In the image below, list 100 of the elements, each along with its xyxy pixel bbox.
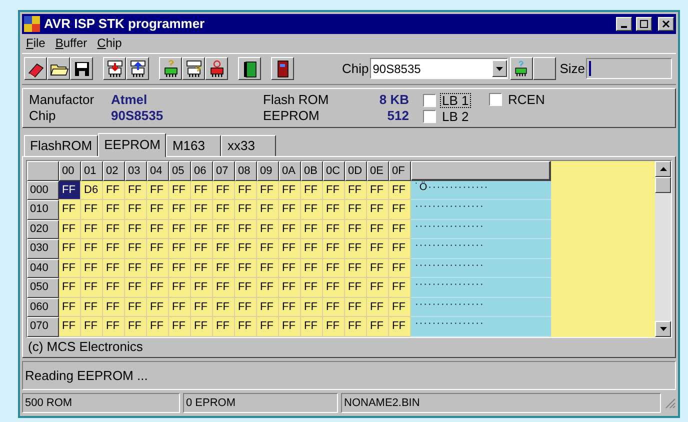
hex-cell[interactable]: FF	[147, 298, 169, 318]
hex-cell[interactable]: FF	[103, 180, 125, 200]
vertical-scrollbar[interactable]	[655, 160, 671, 337]
hex-cell[interactable]: FF	[125, 298, 147, 318]
hex-cell[interactable]: FF	[235, 180, 257, 200]
hex-cell[interactable]: FF	[81, 220, 103, 240]
hex-cell[interactable]: FF	[169, 258, 191, 278]
menu-item[interactable]: File	[26, 34, 46, 52]
hex-cell[interactable]: FF	[367, 220, 389, 240]
toolbar-button[interactable]	[238, 57, 261, 80]
hex-cell[interactable]: FF	[125, 278, 147, 298]
hex-cell[interactable]: FF	[147, 239, 169, 259]
hex-cell[interactable]: FF	[323, 258, 345, 278]
hex-cell[interactable]: FF	[59, 298, 81, 318]
hex-cell[interactable]: FF	[257, 220, 279, 240]
hex-cell[interactable]: FF	[301, 239, 323, 259]
hex-cell[interactable]: FF	[301, 220, 323, 240]
toolbar-button[interactable]	[126, 57, 149, 80]
tab[interactable]: M163	[166, 134, 222, 156]
hex-cell[interactable]: FF	[389, 298, 411, 318]
toolbar-button[interactable]	[271, 57, 294, 80]
scroll-down-button[interactable]	[655, 320, 671, 337]
hex-cell[interactable]: FF	[103, 220, 125, 240]
hex-cell[interactable]: FF	[125, 200, 147, 220]
hex-cell[interactable]: FF	[345, 220, 367, 240]
scroll-thumb[interactable]	[655, 176, 671, 193]
tab[interactable]: EEPROM	[98, 132, 166, 157]
hex-cell[interactable]: FF	[345, 298, 367, 318]
hex-cell[interactable]: FF	[345, 278, 367, 298]
hex-cell[interactable]: FF	[191, 220, 213, 240]
chip-dropdown[interactable]: 90S8535	[370, 58, 508, 80]
hex-cell[interactable]: FF	[279, 317, 301, 337]
hex-cell[interactable]: FF	[125, 317, 147, 337]
hex-cell[interactable]: FF	[59, 317, 81, 337]
hex-cell[interactable]: FF	[279, 258, 301, 278]
toolbar-button[interactable]	[205, 57, 228, 80]
hex-cell[interactable]: FF	[191, 180, 213, 200]
hex-cell[interactable]: FF	[301, 200, 323, 220]
hex-cell[interactable]: FF	[103, 258, 125, 278]
toolbar-button[interactable]	[103, 57, 126, 80]
detect-chip-button[interactable]	[510, 57, 533, 80]
hex-cell[interactable]: FF	[323, 220, 345, 240]
hex-cell[interactable]: FF	[191, 200, 213, 220]
hex-cell[interactable]: FF	[279, 180, 301, 200]
hex-cell[interactable]: FF	[345, 200, 367, 220]
hex-cell[interactable]: FF	[301, 298, 323, 318]
hex-cell[interactable]: FF	[169, 278, 191, 298]
hex-cell[interactable]: FF	[191, 298, 213, 318]
hex-cell[interactable]: FF	[81, 278, 103, 298]
hex-cell[interactable]: FF	[191, 258, 213, 278]
hex-cell[interactable]: FF	[257, 239, 279, 259]
hex-cell[interactable]: FF	[191, 278, 213, 298]
toolbar-button[interactable]	[182, 57, 205, 80]
hex-cell[interactable]: FF	[125, 180, 147, 200]
hex-cell[interactable]: FF	[213, 239, 235, 259]
blank-button[interactable]	[532, 57, 556, 80]
hex-cell[interactable]: FF	[345, 180, 367, 200]
hex-cell[interactable]: FF	[147, 278, 169, 298]
hex-cell[interactable]: FF	[345, 258, 367, 278]
hex-cell[interactable]: FF	[323, 239, 345, 259]
hex-cell[interactable]: FF	[323, 278, 345, 298]
hex-cell[interactable]: FF	[323, 200, 345, 220]
hex-cell[interactable]: FF	[323, 180, 345, 200]
hex-cell[interactable]: FF	[301, 317, 323, 337]
tab[interactable]: xx33	[221, 134, 276, 156]
hex-cell[interactable]: FF	[213, 220, 235, 240]
hex-cell[interactable]: FF	[81, 239, 103, 259]
hex-cell[interactable]: FF	[103, 317, 125, 337]
hex-cell[interactable]: FF	[367, 298, 389, 318]
hex-cell[interactable]: FF	[169, 317, 191, 337]
hex-cell[interactable]: FF	[191, 239, 213, 259]
hex-cell[interactable]: FF	[59, 200, 81, 220]
hex-cell[interactable]: FF	[235, 220, 257, 240]
hex-cell[interactable]: FF	[169, 200, 191, 220]
hex-cell[interactable]: FF	[147, 258, 169, 278]
close-button[interactable]	[658, 16, 674, 31]
hex-cell[interactable]: FF	[59, 239, 81, 259]
hex-cell[interactable]: FF	[257, 317, 279, 337]
hex-cell[interactable]: FF	[279, 200, 301, 220]
checkbox[interactable]	[423, 94, 436, 107]
hex-cell[interactable]: FF	[367, 317, 389, 337]
hex-cell[interactable]: FF	[59, 180, 81, 200]
hex-cell[interactable]: FF	[103, 278, 125, 298]
hex-cell[interactable]: FF	[257, 180, 279, 200]
hex-cell[interactable]: FF	[147, 220, 169, 240]
hex-cell[interactable]: FF	[213, 200, 235, 220]
hex-cell[interactable]: FF	[301, 180, 323, 200]
hex-cell[interactable]: FF	[125, 258, 147, 278]
hex-cell[interactable]: FF	[345, 239, 367, 259]
hex-cell[interactable]: FF	[367, 239, 389, 259]
hex-cell[interactable]: FF	[389, 200, 411, 220]
minimize-button[interactable]	[616, 16, 632, 31]
hex-cell[interactable]: FF	[345, 317, 367, 337]
hex-cell[interactable]: FF	[367, 200, 389, 220]
hex-cell[interactable]: FF	[213, 298, 235, 318]
hex-cell[interactable]: FF	[257, 258, 279, 278]
hex-cell[interactable]: FF	[367, 258, 389, 278]
hex-cell[interactable]: FF	[235, 317, 257, 337]
toolbar-button[interactable]	[159, 57, 182, 80]
hex-cell[interactable]: FF	[125, 220, 147, 240]
